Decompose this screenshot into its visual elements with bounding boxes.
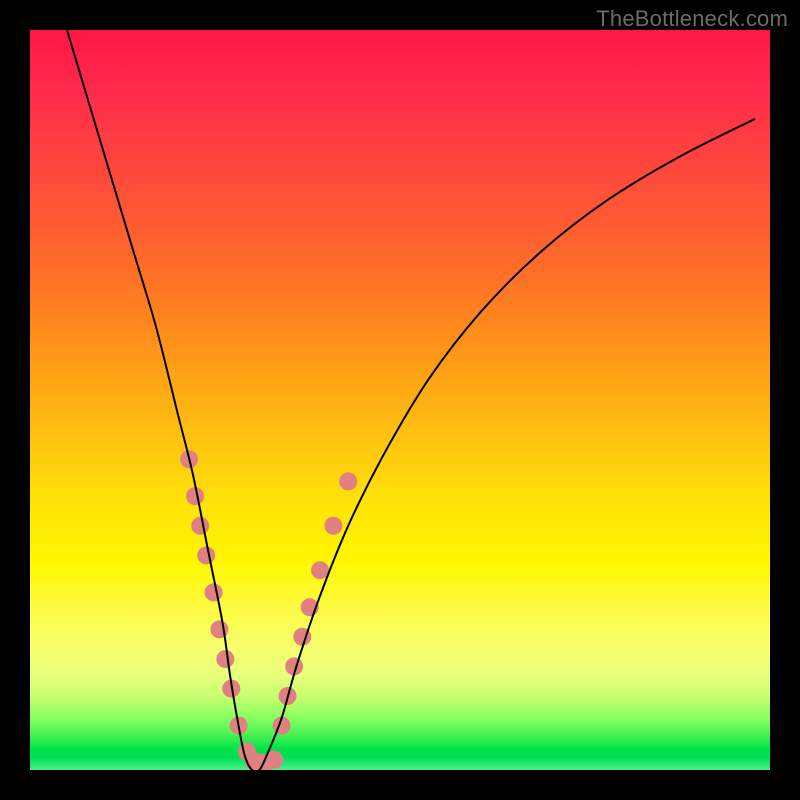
- marker-dot: [186, 487, 204, 505]
- chart-frame: TheBottleneck.com: [0, 0, 800, 800]
- marker-dot: [197, 546, 215, 564]
- marker-dot: [216, 650, 234, 668]
- marker-dot: [191, 517, 209, 535]
- watermark-text: TheBottleneck.com: [596, 6, 788, 32]
- marker-dot: [324, 517, 342, 535]
- chart-svg: [30, 30, 770, 770]
- marker-dot: [205, 583, 223, 601]
- marker-dot: [339, 472, 357, 490]
- bottleneck-curve: [67, 30, 755, 770]
- plot-area: [30, 30, 770, 770]
- markers-layer: [180, 450, 357, 770]
- marker-dot: [210, 620, 228, 638]
